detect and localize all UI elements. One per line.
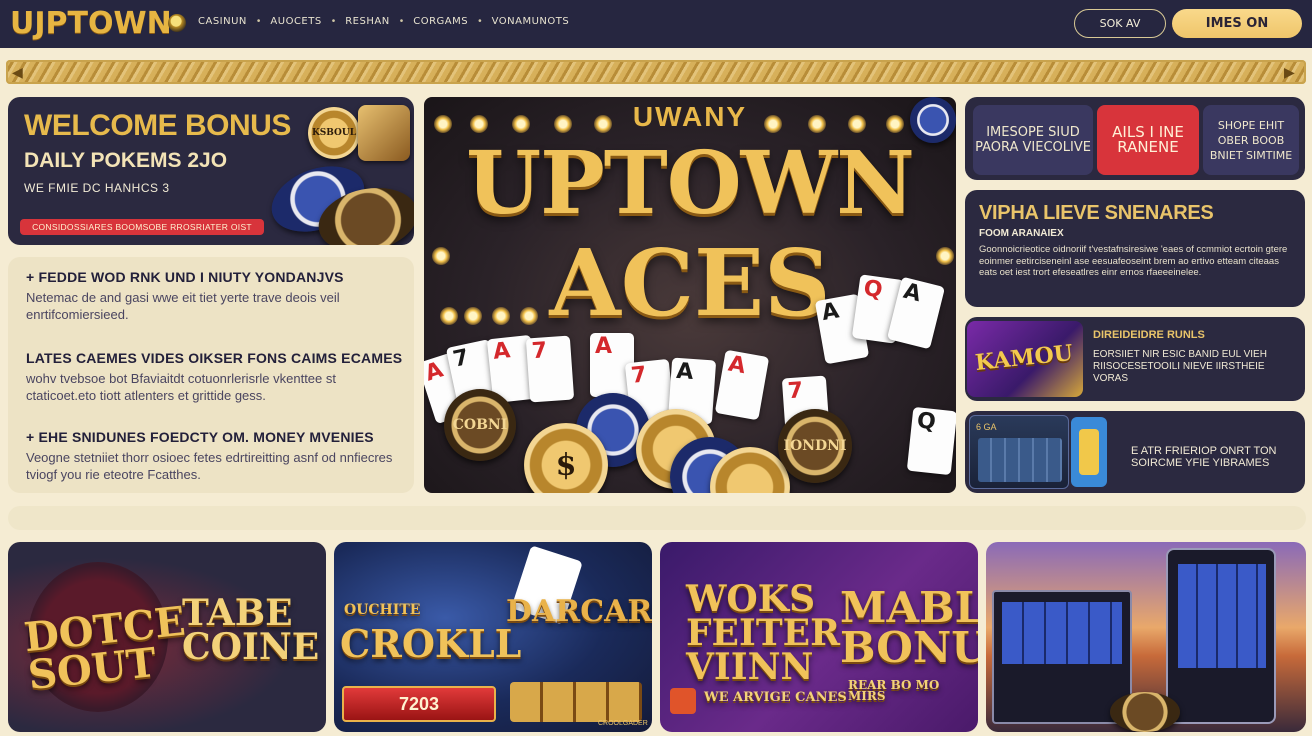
rope-end-right-icon: ▶ bbox=[1284, 64, 1295, 80]
character-figure-icon bbox=[1079, 429, 1099, 475]
poker-chip-icon bbox=[1110, 692, 1180, 732]
tile-live-games[interactable]: AILS I INE RANENE bbox=[1097, 105, 1199, 175]
poker-chip-icon bbox=[910, 97, 956, 143]
game-side-title: DARCARE bbox=[506, 594, 652, 629]
feature-title-1: + FEDDE WOD RNK UND I NIUTY YONDANJVS bbox=[26, 269, 344, 285]
nav-separator: • bbox=[331, 16, 336, 27]
feature-title-3: + EHE SNIDUNES FOEDCTY OM. MONEY MVENIES bbox=[26, 429, 374, 445]
coin-icon bbox=[168, 14, 186, 32]
poker-chip-icon: IONDNI bbox=[778, 409, 852, 483]
nav-link-reshan[interactable]: RESHAN bbox=[345, 16, 389, 27]
promo-text: EORSIIET NIR ESIC BANID EUL VIEH RIISOCE… bbox=[1093, 349, 1267, 384]
nav-link-casino[interactable]: CASINUN bbox=[198, 16, 247, 27]
welcome-bonus-subtitle: DAILY POKEMS 2JO bbox=[24, 149, 228, 172]
slot-screen bbox=[1178, 564, 1266, 668]
game-small-title: OUCHITE bbox=[344, 602, 421, 618]
promo-title: DIREIDEIDRE RUNLS bbox=[1093, 329, 1205, 341]
rope-divider: ◀ ▶ bbox=[6, 60, 1306, 84]
slot-screen bbox=[1002, 602, 1122, 664]
poker-chip-icon: COBNI bbox=[444, 389, 516, 461]
tile-services[interactable]: IMESOPE SIUD PAORA VIECOLIVE bbox=[973, 105, 1093, 175]
game-cta-text: WE ARVIGE CANES bbox=[704, 690, 847, 705]
game-side-title: TABE COINE bbox=[182, 592, 320, 669]
promo-thumbnail: KAMOU bbox=[967, 321, 1083, 397]
quick-links-panel: IMESOPE SIUD PAORA VIECOLIVE AILS I INE … bbox=[965, 97, 1305, 180]
nav-link-accounts[interactable]: AUOCETS bbox=[270, 16, 321, 27]
nav-separator: • bbox=[478, 16, 482, 27]
game-title: WOKS FEITER VIINN bbox=[686, 578, 840, 689]
promo-card-slots[interactable]: 6 GA E ATR FRIERIOP ONRT TON SOIRCME YFI… bbox=[965, 411, 1305, 493]
nav-links: CASINUN • AUOCETS • RESHAN • CORGAMS • V… bbox=[198, 16, 569, 27]
features-panel: + FEDDE WOD RNK UND I NIUTY YONDANJVS Ne… bbox=[8, 257, 414, 493]
game-tag: CROOLGADER bbox=[598, 720, 648, 727]
treasure-icon bbox=[358, 105, 410, 161]
tile-shop[interactable]: SHOPE EHIT OBER BOOB BNIET SIMTIME bbox=[1203, 105, 1299, 175]
feature-text-3: Veogne stetniiet thorr osioec fetes edrt… bbox=[26, 450, 393, 482]
game-card-crokll[interactable]: OUCHITE CROKLL DARCARE 7203 CROOLGADER bbox=[334, 542, 652, 732]
feature-title-2: LATES CAEMES VIDES OIKSER FONS CAIMS ECA… bbox=[26, 350, 403, 366]
chip-label: KSBOUL bbox=[311, 128, 357, 138]
vip-title: VIPHA LIEVE SNENARES bbox=[979, 202, 1214, 224]
jackpot-plate: 7203 bbox=[342, 686, 496, 722]
playing-card: Q bbox=[906, 406, 956, 476]
game-title: DOTCE SOUT bbox=[21, 597, 188, 700]
game-card-mable[interactable]: WOKS FEITER VIINN MABLE BONUS REAR BO MO… bbox=[660, 542, 978, 732]
slot-machine-icon bbox=[992, 590, 1132, 724]
promo-card-runes[interactable]: KAMOU DIREIDEIDRE RUNLS EORSIIET NIR ESI… bbox=[965, 317, 1305, 401]
vip-panel[interactable]: VIPHA LIEVE SNENARES FOOM ARANAIEX Goonn… bbox=[965, 190, 1305, 307]
chip-right-label: IONDNI bbox=[783, 438, 847, 454]
slot-machine-icon bbox=[1166, 548, 1276, 724]
chip-left-label: COBNI bbox=[452, 417, 508, 433]
game-small-title: REAR BO MO MIRS bbox=[848, 678, 940, 704]
hero-kicker: UWANY bbox=[632, 101, 748, 132]
badge-icon bbox=[670, 688, 696, 714]
chip-center-label: $ bbox=[555, 447, 577, 483]
character-icon bbox=[1071, 417, 1107, 487]
nav-link-games[interactable]: CORGAMS bbox=[413, 16, 468, 27]
game-card-slot-machines[interactable] bbox=[986, 542, 1306, 732]
promo-thumb-text: KAMOU bbox=[973, 339, 1075, 377]
thumb-label: 6 GA bbox=[976, 422, 997, 432]
playing-card: 7 bbox=[525, 335, 575, 403]
top-nav-bar: UJPTOWN CASINUN • AUOCETS • RESHAN • COR… bbox=[0, 0, 1312, 48]
join-now-button[interactable]: IMES ON bbox=[1172, 9, 1302, 38]
playing-card: A bbox=[714, 349, 770, 421]
nav-link-promotions[interactable]: VONAMUNOTS bbox=[492, 16, 570, 27]
slot-reels-icon bbox=[510, 682, 642, 722]
rope-end-left-icon: ◀ bbox=[12, 64, 23, 80]
welcome-bonus-title: WELCOME BONUS bbox=[24, 109, 291, 142]
slot-screen-thumbnail: 6 GA bbox=[969, 415, 1069, 489]
section-divider bbox=[8, 506, 1306, 530]
welcome-bonus-caption: WE FMIE DC HANHCS 3 bbox=[24, 181, 170, 195]
nav-separator: • bbox=[399, 16, 404, 27]
nav-separator: • bbox=[256, 16, 261, 27]
slot-reels-icon bbox=[978, 438, 1062, 482]
feature-text-1: Netemac de and gasi wwe eit tiet yerte t… bbox=[26, 290, 340, 322]
feature-text-2: wohv tvebsoe bot Bfaviaitdt cotuonrleris… bbox=[26, 371, 336, 403]
sign-in-button[interactable]: SOK AV bbox=[1074, 9, 1166, 38]
game-title: CROKLL bbox=[340, 621, 522, 666]
hero-banner[interactable]: UWANY UPTOWN ACES A 7 A 7 A 7 A A 7 A Q … bbox=[424, 97, 956, 493]
game-side-title: MABLE BONUS bbox=[840, 583, 978, 672]
welcome-bonus-cta-bar[interactable]: CONSIDOSSIARES BOOMSOBE RROSRIATER OIST bbox=[20, 219, 264, 235]
site-logo[interactable]: UJPTOWN bbox=[10, 6, 172, 41]
game-card-dotce[interactable]: DOTCE SOUT TABE COINE bbox=[8, 542, 326, 732]
gold-chip-icon: KSBOUL bbox=[308, 107, 360, 159]
vip-text: Goonnoicrieotice oidnoriif t'vestafnsire… bbox=[979, 244, 1288, 278]
hero-title: UPTOWN bbox=[466, 133, 915, 234]
vip-subtitle: FOOM ARANAIEX bbox=[979, 228, 1064, 239]
promo2-text: E ATR FRIERIOP ONRT TON SOIRCME YFIE YIB… bbox=[1131, 445, 1277, 469]
welcome-bonus-banner[interactable]: WELCOME BONUS DAILY POKEMS 2JO WE FMIE D… bbox=[8, 97, 414, 245]
